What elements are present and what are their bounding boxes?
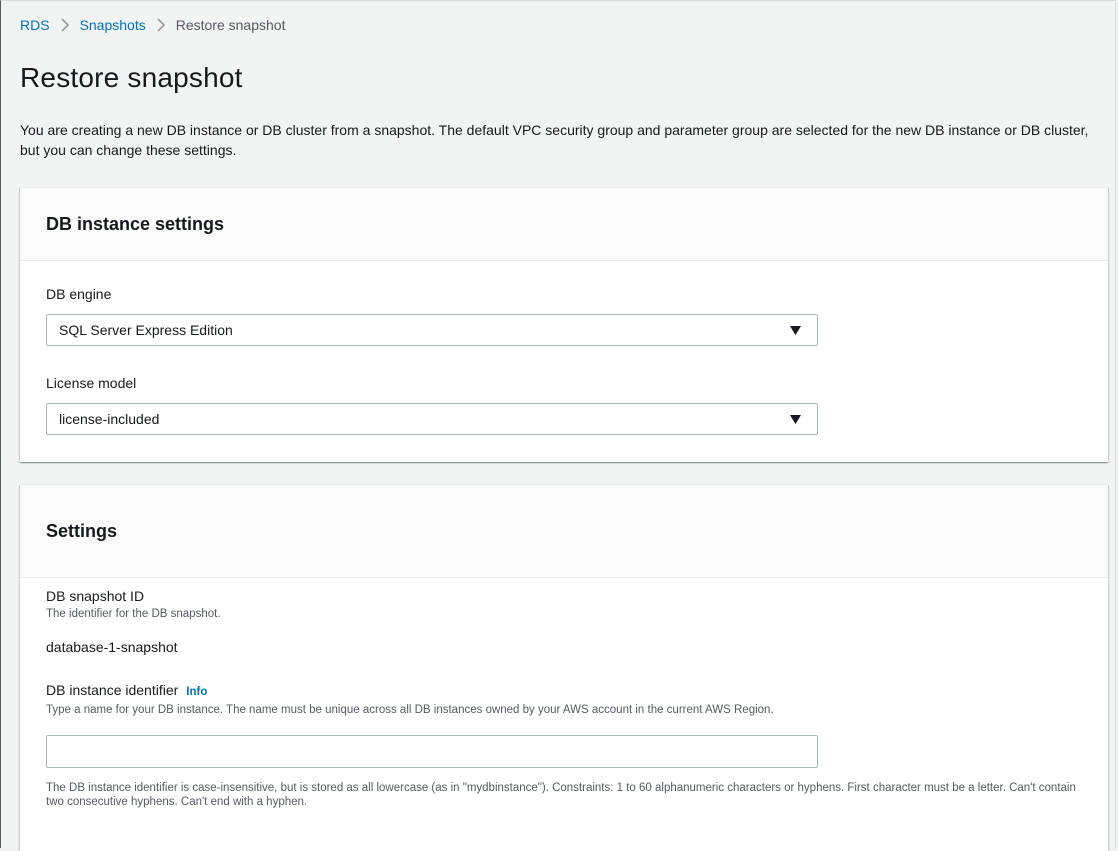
panel-header: DB instance settings xyxy=(20,188,1108,261)
chevron-right-icon xyxy=(157,18,165,32)
snapshot-id-label: DB snapshot ID xyxy=(46,588,145,604)
panel-header: Settings xyxy=(20,485,1108,578)
db-instance-identifier-input[interactable] xyxy=(46,735,818,768)
db-instance-identifier-description: Type a name for your DB instance. The na… xyxy=(46,704,774,716)
snapshot-id-value: database-1-snapshot xyxy=(46,639,178,655)
db-engine-label: DB engine xyxy=(46,286,112,302)
settings-panel: Settings DB snapshot ID The identifier f… xyxy=(20,484,1108,851)
breadcrumb-link-rds[interactable]: RDS xyxy=(20,17,50,33)
page-intro: You are creating a new DB instance or DB… xyxy=(20,122,1089,158)
breadcrumb-current: Restore snapshot xyxy=(175,17,286,33)
breadcrumb: RDS Snapshots Restore snapshot xyxy=(20,17,285,33)
db-engine-value: SQL Server Express Edition xyxy=(59,322,233,338)
panel-title: DB instance settings xyxy=(46,213,225,234)
page-title: Restore snapshot xyxy=(20,62,243,93)
info-link[interactable]: Info xyxy=(186,686,207,698)
license-model-select[interactable]: license-included xyxy=(46,403,818,435)
caret-down-icon xyxy=(790,415,801,424)
caret-down-icon xyxy=(790,326,801,335)
chevron-right-icon xyxy=(61,18,69,32)
db-engine-select[interactable]: SQL Server Express Edition xyxy=(46,314,818,346)
snapshot-id-description: The identifier for the DB snapshot. xyxy=(46,608,221,620)
db-instance-settings-panel: DB instance settings DB engine SQL Serve… xyxy=(20,187,1108,462)
license-model-label: License model xyxy=(46,375,137,391)
breadcrumb-link-snapshots[interactable]: Snapshots xyxy=(80,17,146,33)
db-instance-identifier-label-row: DB instance identifier Info xyxy=(46,682,207,698)
db-instance-identifier-label: DB instance identifier xyxy=(46,682,179,698)
panel-title: Settings xyxy=(46,520,118,541)
db-instance-identifier-constraints: The DB instance identifier is case-insen… xyxy=(46,782,1076,808)
license-model-value: license-included xyxy=(59,411,160,427)
